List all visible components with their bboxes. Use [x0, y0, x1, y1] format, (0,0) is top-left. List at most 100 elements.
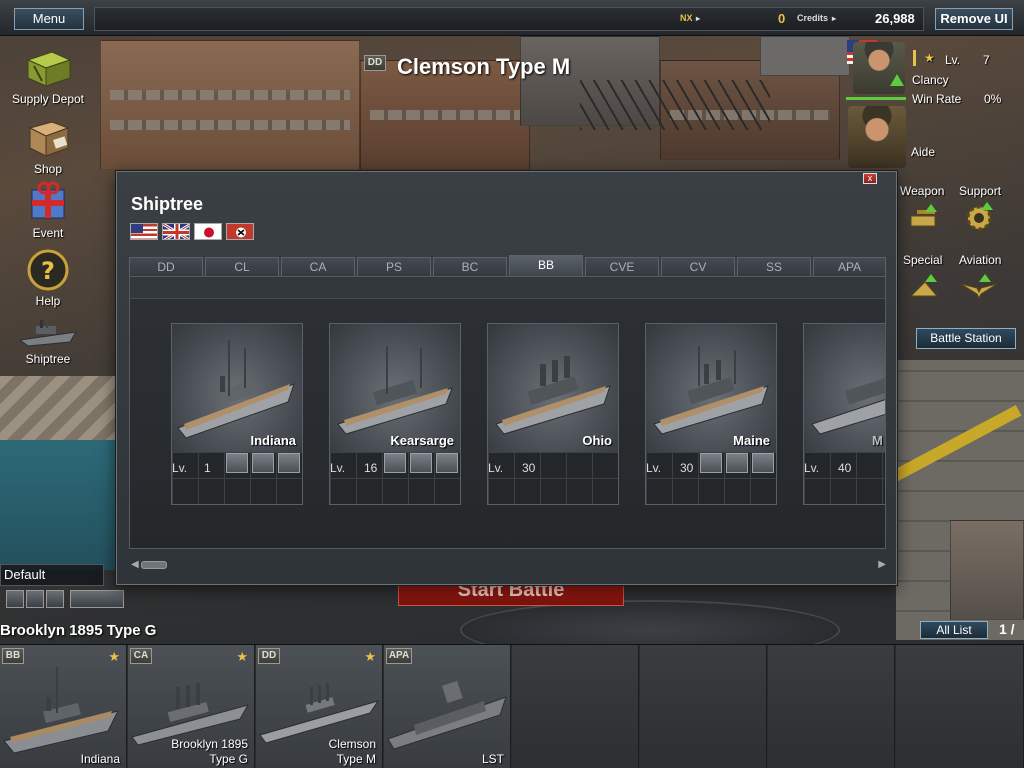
scroll-right-icon[interactable]: ▶: [878, 559, 886, 570]
tab-bc[interactable]: BC: [433, 257, 507, 276]
support-gear-icon[interactable]: [963, 200, 997, 232]
fleet-slot-toggle[interactable]: [70, 590, 124, 608]
germany-flag-icon[interactable]: [226, 223, 254, 240]
ship-card-list: Indiana Lv. 1 Kearsarge Lv. 16 Ohio Lv. …: [130, 300, 885, 548]
ship-title: Clemson Type M: [397, 54, 571, 79]
tab-cve[interactable]: CVE: [585, 257, 659, 276]
menu-button[interactable]: Menu: [14, 8, 84, 30]
gun-equipment-icon[interactable]: [278, 453, 300, 473]
weapon-label: Weapon: [900, 184, 945, 198]
scroll-left-icon[interactable]: ◀: [131, 559, 139, 570]
aviation-label: Aviation: [959, 253, 1002, 267]
page-indicator: 1 /: [999, 621, 1015, 637]
credits-label: Credits: [797, 13, 829, 23]
equipment-grid: [804, 452, 885, 504]
battle-station-button[interactable]: Battle Station: [916, 328, 1016, 349]
help-button[interactable]: ? Help: [0, 248, 96, 308]
ship-type-badge: DD: [364, 55, 386, 71]
shiptree-title: Shiptree: [131, 194, 204, 214]
gun-equipment-icon[interactable]: [436, 453, 458, 473]
aide-label: Aide: [911, 145, 936, 159]
weapon-upgrade-icon[interactable]: [907, 202, 943, 230]
usa-flag-icon[interactable]: [130, 223, 158, 240]
tab-cl[interactable]: CL: [205, 257, 279, 276]
fleet-ship-name: LST: [481, 752, 504, 766]
win-rate-label: Win Rate: [912, 92, 962, 106]
remove-ui-button[interactable]: Remove UI: [935, 8, 1013, 30]
aviation-wings-icon[interactable]: [959, 272, 999, 300]
ship-class-tabs: DD CL CA PS BC BB CVE CV SS APA: [129, 255, 886, 277]
armor-equipment-icon[interactable]: [410, 453, 432, 473]
fleet-ship-name: Brooklyn 1895 Type G: [171, 737, 248, 766]
fleet-slot[interactable]: DD ★ Clemson Type M: [256, 645, 383, 768]
fleet-slot-empty[interactable]: [512, 645, 639, 768]
gun-equipment-icon[interactable]: [226, 453, 248, 473]
fleet-slot[interactable]: APA LST: [384, 645, 511, 768]
rank-icon: [913, 50, 916, 66]
tab-ss[interactable]: SS: [737, 257, 811, 276]
fleet-ship-name: Indiana: [80, 752, 120, 766]
nx-arrow-icon: ▸: [696, 14, 701, 23]
armor-equipment-icon[interactable]: [252, 453, 274, 473]
gun-equipment-icon[interactable]: [752, 453, 774, 473]
ship-card-name: M: [872, 433, 883, 448]
ship-card-kearsarge[interactable]: Kearsarge Lv. 16: [329, 323, 461, 505]
tab-ca[interactable]: CA: [281, 257, 355, 276]
gift-icon: [22, 180, 74, 224]
crew-icon[interactable]: [26, 590, 44, 608]
shiptree-panel: Indiana Lv. 1 Kearsarge Lv. 16 Ohio Lv. …: [129, 276, 886, 549]
supply-depot-button[interactable]: Supply Depot: [0, 46, 96, 106]
ship-card-name: Maine: [733, 433, 770, 448]
top-bar: Menu NX ▸ 0 Credits ▸ 26,988 Remove UI: [0, 0, 1024, 36]
tab-bb[interactable]: BB: [509, 255, 583, 277]
credits-arrow-icon: ▸: [832, 14, 837, 23]
shiptree-label: Shiptree: [25, 352, 71, 366]
lock-icon[interactable]: [6, 590, 24, 608]
tab-apa[interactable]: APA: [813, 257, 886, 276]
shop-box-icon: [22, 116, 74, 160]
equipment-grid: [488, 452, 618, 504]
tab-ps[interactable]: PS: [357, 257, 431, 276]
fleet-slot[interactable]: BB ★ Indiana: [0, 645, 127, 768]
fleet-slot-empty[interactable]: [640, 645, 767, 768]
support-label: Support: [959, 184, 1002, 198]
player-portrait[interactable]: [853, 42, 905, 94]
shiptree-button[interactable]: Shiptree: [0, 306, 96, 366]
japan-flag-icon[interactable]: [194, 223, 222, 240]
tab-cv[interactable]: CV: [661, 257, 735, 276]
win-rate-value: 0%: [984, 92, 1002, 106]
horizontal-scrollbar[interactable]: ◀ ▶: [131, 559, 886, 571]
tab-dd[interactable]: DD: [129, 257, 203, 276]
special-upgrade-icon[interactable]: [907, 272, 943, 300]
fleet-bar: BB ★ Indiana CA ★ Brooklyn 1895 Type G DD…: [0, 644, 1024, 768]
ship-card-maine[interactable]: Maine Lv. 30: [645, 323, 777, 505]
shop-button[interactable]: Shop: [0, 116, 96, 176]
all-list-button[interactable]: All List: [920, 621, 988, 639]
scroll-thumb[interactable]: [141, 561, 167, 569]
player-level: 7: [983, 53, 990, 67]
fleet-slot-empty[interactable]: [768, 645, 895, 768]
ship-card-ohio[interactable]: Ohio Lv. 30: [487, 323, 619, 505]
player-level-label: Lv.: [945, 53, 961, 67]
repair-icon[interactable]: [46, 590, 64, 608]
ship-card-name: Indiana: [250, 433, 296, 448]
ship-card-partial[interactable]: M Lv. 40: [803, 323, 885, 505]
gun-equipment-icon[interactable]: [700, 453, 722, 473]
rank-star-icon: ★: [924, 51, 935, 65]
fleet-slot[interactable]: CA ★ Brooklyn 1895 Type G: [128, 645, 255, 768]
panel-header: [130, 277, 885, 299]
fleet-preset-select[interactable]: Default: [0, 564, 104, 586]
ship-image: [3, 667, 119, 754]
ship-card-indiana[interactable]: Indiana Lv. 1: [171, 323, 303, 505]
uk-flag-icon[interactable]: [162, 223, 190, 240]
fleet-title: Brooklyn 1895 Type G: [0, 622, 157, 639]
armor-equipment-icon[interactable]: [726, 453, 748, 473]
aide-portrait[interactable]: [848, 106, 906, 168]
close-icon[interactable]: x: [863, 173, 877, 184]
event-button[interactable]: Event: [0, 180, 96, 240]
nx-label: NX: [680, 13, 693, 23]
gun-equipment-icon[interactable]: [384, 453, 406, 473]
fleet-slot-empty[interactable]: [896, 645, 1024, 768]
shiptree-ship-icon: [18, 306, 77, 350]
ship-card-name: Ohio: [582, 433, 612, 448]
